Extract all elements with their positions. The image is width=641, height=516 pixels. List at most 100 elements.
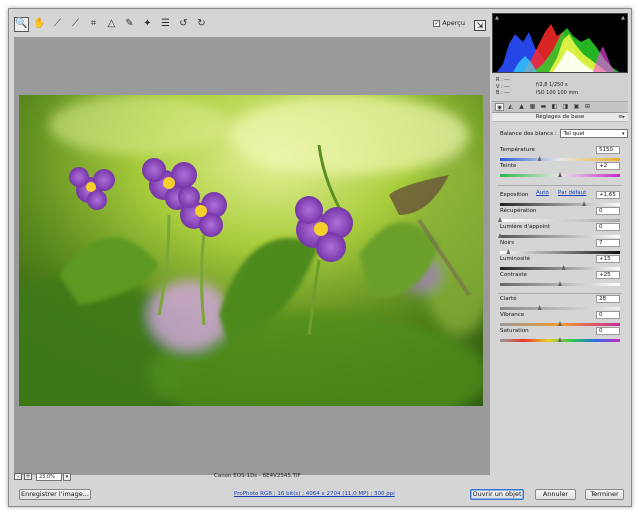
panel-title: Réglages de base — [535, 114, 585, 120]
slider-temperature: Température 5150 — [500, 146, 620, 163]
tab-lens-corrections[interactable]: ◧ — [550, 103, 559, 111]
workflow-options-link[interactable]: ProPhoto RGB ; 16 bit(s) ; 4064 x 2704 (… — [234, 491, 395, 497]
slider-value-field[interactable]: +2 — [596, 162, 620, 170]
slider-label: Saturation — [500, 328, 529, 334]
slider-value-field[interactable]: 0 — [596, 327, 620, 335]
slider-value-field[interactable]: 28 — [596, 295, 620, 303]
rotate-left-icon[interactable]: ↺ — [176, 17, 191, 32]
bottom-bar: Enregistrer l'image... ProPhoto RGB ; 16… — [9, 484, 631, 506]
panel-menu-icon[interactable]: ≡▸ — [618, 113, 625, 122]
status-bar: - + 23,0% ▾ Canon EOS-1Ds - 6E4V2545.TIF — [14, 471, 490, 482]
slider-track[interactable] — [500, 219, 620, 222]
slider-label: Vibrance — [500, 312, 525, 318]
tab-split-toning[interactable]: ▬ — [539, 103, 548, 111]
white-balance-tool-icon[interactable]: ⟋ — [50, 17, 65, 32]
slider-label: Température — [500, 147, 535, 153]
cancel-button[interactable]: Annuler — [535, 489, 576, 500]
slider-value-field[interactable]: 0 — [596, 311, 620, 319]
slider-value-field[interactable]: 5150 — [596, 146, 620, 154]
panel-tabs: ◉ ◭ ▲ ▦ ▬ ◧ ◨ ▣ ⊞ — [492, 101, 628, 113]
zoom-tool-icon[interactable]: 🔍 — [14, 16, 29, 32]
highlight-clip-icon[interactable]: ▲ — [621, 15, 625, 21]
red-eye-tool-icon[interactable]: ✦ — [140, 17, 155, 32]
retouch-tool-icon[interactable]: ✎ — [122, 17, 137, 32]
tab-camera-calibration[interactable]: ◨ — [561, 103, 570, 111]
color-sampler-tool-icon[interactable]: ⟋ — [68, 17, 83, 32]
slider-value-field[interactable]: 7 — [596, 239, 620, 247]
slider-label: Noirs — [500, 240, 515, 246]
slider-track[interactable] — [500, 235, 620, 238]
preview-checkbox[interactable]: ✓ — [433, 19, 441, 27]
white-balance-row: Balance des blancs : Tel quel ▾ — [500, 129, 628, 138]
zoom-in-button[interactable]: + — [24, 473, 32, 480]
divider — [498, 185, 622, 186]
histogram: ▲ ▲ — [492, 13, 628, 73]
slider-value-field[interactable]: +15 — [596, 255, 620, 263]
slider-luminosite: Luminosité +15 — [500, 255, 620, 272]
slider-exposition: Exposition +1,65 — [500, 191, 620, 208]
slider-saturation: Saturation 0 — [500, 327, 620, 344]
right-panel: ▲ ▲ R : --- V : --- B : --- f/2,8 1/250 … — [492, 13, 628, 479]
red-readout: R : --- — [496, 77, 510, 83]
slider-label: Luminosité — [500, 256, 531, 262]
slider-label: Lumière d'appoint — [500, 224, 550, 230]
photo-preview[interactable] — [19, 95, 483, 406]
tab-presets[interactable]: ▣ — [572, 103, 581, 111]
primrose-photo — [19, 95, 483, 406]
basic-adjustments: Balance des blancs : Tel quel ▾ Auto Par… — [492, 123, 628, 479]
preview-toggle[interactable]: ✓ Aperçu — [433, 19, 465, 27]
white-balance-value: Tel quel — [563, 131, 585, 137]
slider-recuperation: Récupération 0 — [498, 207, 620, 224]
open-object-button[interactable]: Ouvrir un objet — [470, 489, 524, 500]
file-name-label: Canon EOS-1Ds - 6E4V2545.TIF — [214, 473, 301, 479]
image-canvas[interactable] — [14, 37, 490, 475]
slider-vibrance: Vibrance 0 — [500, 311, 620, 328]
slider-label: Teinte — [500, 163, 517, 169]
slider-value-field[interactable]: 0 — [596, 207, 620, 215]
preferences-icon[interactable]: ☰ — [158, 17, 173, 32]
aperture-shutter-readout: f/2,8 1/250 s — [536, 82, 568, 88]
chevron-down-icon: ▾ — [622, 131, 625, 137]
fullscreen-icon[interactable]: ⇲ — [474, 20, 486, 31]
done-button[interactable]: Terminer — [585, 489, 624, 500]
tab-hsl[interactable]: ▦ — [528, 103, 537, 111]
slider-clarte: Clarté 28 — [500, 295, 620, 312]
slider-contraste: Contraste +25 — [500, 271, 620, 288]
slider-track[interactable] — [500, 267, 620, 270]
rotate-right-icon[interactable]: ↻ — [194, 17, 209, 32]
slider-noirs: Noirs 7 — [500, 239, 620, 256]
slider-label: Clarté — [500, 296, 517, 302]
slider-track[interactable] — [500, 307, 620, 310]
slider-track[interactable] — [500, 158, 620, 161]
straighten-tool-icon[interactable]: △ — [104, 17, 119, 32]
panel-title-bar: Réglages de base ≡▸ — [492, 113, 628, 122]
histogram-graph — [497, 24, 627, 72]
tab-tone-curve[interactable]: ◭ — [506, 103, 515, 111]
slider-track[interactable] — [500, 251, 620, 254]
tab-detail[interactable]: ▲ — [517, 103, 526, 111]
slider-value-field[interactable]: 0 — [596, 223, 620, 231]
slider-teinte: Teinte +2 — [500, 162, 620, 179]
zoom-out-button[interactable]: - — [14, 473, 22, 480]
slider-label: Contraste — [500, 272, 527, 278]
slider-value-field[interactable]: +1,65 — [596, 191, 620, 199]
white-balance-select[interactable]: Tel quel ▾ — [559, 129, 628, 138]
slider-value-field[interactable]: +25 — [596, 271, 620, 279]
shadow-clip-icon[interactable]: ▲ — [495, 15, 499, 21]
save-image-button[interactable]: Enregistrer l'image... — [19, 489, 91, 500]
slider-track[interactable] — [500, 203, 620, 206]
slider-label: Exposition — [500, 192, 529, 198]
white-balance-label: Balance des blancs : — [500, 130, 557, 137]
slider-lumiere-d-appoint: Lumière d'appoint 0 — [498, 223, 620, 240]
tab-snapshots[interactable]: ⊞ — [583, 103, 592, 111]
zoom-dropdown-button[interactable]: ▾ — [63, 472, 71, 481]
iso-focal-readout: ISO 100 100 mm — [536, 90, 579, 96]
hand-tool-icon[interactable]: ✋ — [32, 17, 47, 32]
slider-label: Récupération — [500, 208, 537, 214]
histogram-info: R : --- V : --- B : --- f/2,8 1/250 s IS… — [492, 73, 628, 101]
tab-basic[interactable]: ◉ — [495, 103, 504, 111]
zoom-level-field[interactable]: 23,0% — [36, 472, 62, 481]
divider — [498, 293, 622, 294]
crop-tool-icon[interactable]: ⌗ — [86, 17, 101, 32]
camera-raw-window: 🔍 ✋ ⟋ ⟋ ⌗ △ ✎ ✦ ☰ ↺ ↻ ✓ Aperçu ⇲ - + 23,… — [8, 8, 632, 507]
